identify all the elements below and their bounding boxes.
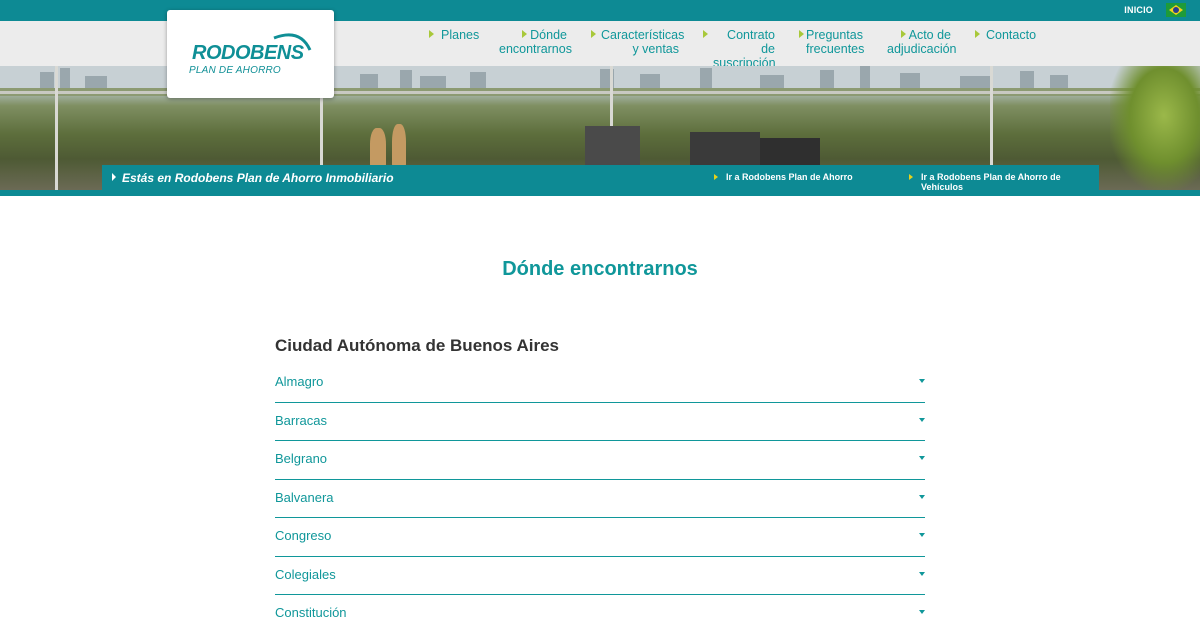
breadcrumb: Estás en Rodobens Plan de Ahorro Inmobil… (102, 165, 1099, 192)
location-item[interactable]: Almagro (275, 364, 925, 403)
location-item[interactable]: Congreso (275, 518, 925, 557)
chevron-right-icon (714, 174, 718, 180)
chevron-right-icon (799, 30, 804, 38)
nav-donde-encontrarnos[interactable]: Dónde encontrarnos (499, 28, 572, 56)
location-item[interactable]: Belgrano (275, 441, 925, 480)
chevron-right-icon (909, 174, 913, 180)
chair-image (690, 132, 760, 166)
inicio-link[interactable]: INICIO (1124, 5, 1153, 15)
brazil-flag-icon[interactable] (1166, 3, 1186, 17)
page-title: Dónde encontrarnos (502, 258, 698, 280)
caret-down-icon (919, 533, 925, 537)
chevron-right-icon (703, 30, 708, 38)
location-item[interactable]: Balvanera (275, 480, 925, 518)
chevron-right-icon (429, 30, 434, 38)
nav-acto-adjudicacion[interactable]: Acto de adjudicación (887, 28, 957, 56)
location-label: Constitución (275, 605, 347, 620)
caret-down-icon (919, 610, 925, 614)
location-item[interactable]: Constitución (275, 595, 925, 626)
plant-image (1110, 66, 1200, 190)
chevron-right-icon (975, 30, 980, 38)
logo-brand-text: RODOBENS (192, 42, 304, 64)
caret-down-icon (919, 571, 925, 576)
location-label: Belgrano (275, 451, 328, 466)
logo-subtitle: PLAN DE AHORRO (189, 65, 281, 76)
link-plan-ahorro-vehiculos[interactable]: Ir a Rodobens Plan de Ahorro de Vehículo… (921, 172, 1099, 192)
chair-image (585, 126, 640, 166)
vase-image (370, 128, 386, 168)
rodobens-logo[interactable]: RODOBENS PLAN DE AHORRO (167, 10, 334, 98)
location-label: Almagro (275, 374, 324, 389)
caret-down-icon (919, 494, 925, 499)
breadcrumb-current: Estás en Rodobens Plan de Ahorro Inmobil… (122, 171, 394, 185)
location-accordion: Almagro Barracas Belgrano Balvanera Cong… (275, 364, 925, 626)
caret-down-icon (919, 456, 925, 460)
location-label: Barracas (275, 412, 328, 428)
chevron-right-icon (522, 30, 527, 38)
location-label: Colegiales (275, 566, 336, 582)
caret-down-icon (919, 417, 925, 422)
chevron-right-icon (901, 30, 906, 38)
nav-preguntas[interactable]: Preguntas frecuentes (799, 28, 864, 56)
link-plan-ahorro[interactable]: Ir a Rodobens Plan de Ahorro (726, 172, 853, 182)
region-heading: Ciudad Autónoma de Buenos Aires (275, 336, 559, 355)
caret-down-icon (919, 379, 925, 383)
location-item[interactable]: Colegiales (275, 557, 925, 595)
table-image (760, 138, 820, 166)
location-label: Congreso (275, 528, 332, 543)
nav-planes[interactable]: Planes (429, 28, 479, 42)
location-label: Balvanera (275, 489, 334, 505)
nav-contrato[interactable]: Contrato de suscripción (703, 28, 776, 70)
nav-contacto[interactable]: Contacto (975, 28, 1036, 42)
vase-image (392, 124, 406, 168)
nav-caracteristicas[interactable]: Características y ventas (591, 28, 684, 56)
chevron-right-icon (591, 30, 596, 38)
chevron-right-icon (112, 173, 116, 181)
location-item[interactable]: Barracas (275, 403, 925, 441)
